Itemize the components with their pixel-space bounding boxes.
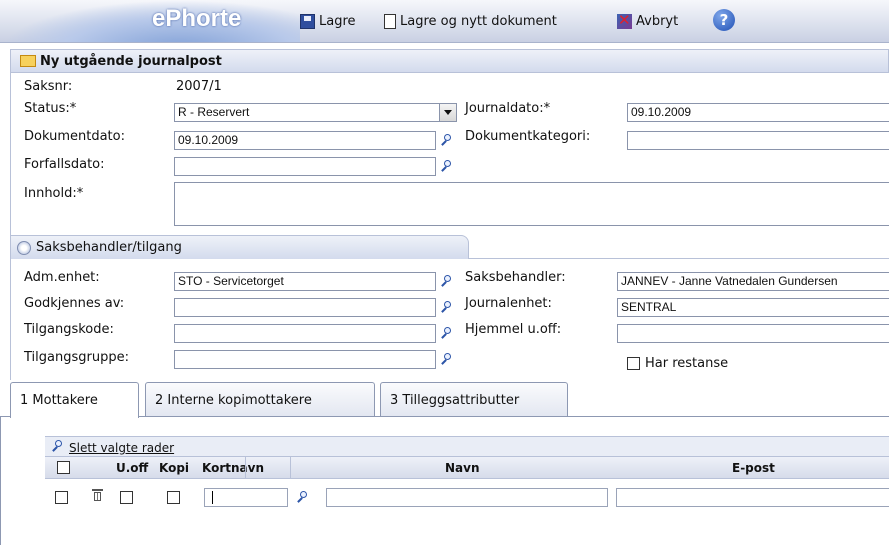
save-label: Lagre xyxy=(319,13,356,29)
save-button[interactable]: Lagre xyxy=(300,11,356,31)
row-kopi-checkbox[interactable] xyxy=(167,491,180,504)
godkjennes-lookup-icon[interactable] xyxy=(440,300,454,314)
grid-toolbar: Slett valgte rader xyxy=(45,436,889,457)
dokumentdato-field[interactable]: 09.10.2009 xyxy=(174,131,436,150)
row-select-checkbox[interactable] xyxy=(55,491,68,504)
saksbehandler-tab[interactable]: Saksbehandler/tilgang xyxy=(10,235,469,259)
dokumentdato-label: Dokumentdato: xyxy=(24,129,125,144)
status-label: Status:* xyxy=(24,101,77,116)
app-logo: ePhorte xyxy=(152,5,242,32)
adm-enhet-lookup-icon[interactable] xyxy=(440,274,454,288)
journalpost-header: Ny utgående journalpost xyxy=(10,49,889,73)
collapse-icon[interactable] xyxy=(17,240,31,255)
logo-swoosh xyxy=(0,0,300,42)
col-kortnavn: Kortnavn xyxy=(202,461,264,475)
row-uoff-checkbox[interactable] xyxy=(120,491,133,504)
tilgangskode-label: Tilgangskode: xyxy=(24,322,114,337)
saksnr-label: Saksnr: xyxy=(24,79,73,94)
chevron-down-icon[interactable] xyxy=(439,104,456,121)
innhold-field[interactable] xyxy=(174,182,889,226)
godkjennes-field[interactable] xyxy=(174,298,436,317)
journalenhet-field[interactable]: SENTRAL xyxy=(617,298,889,317)
status-value: R - Reservert xyxy=(178,105,250,119)
journalpost-title: Ny utgående journalpost xyxy=(40,53,222,69)
saksbehandler-field[interactable]: JANNEV - Janne Vatnedalen Gundersen xyxy=(617,272,889,291)
saksbehandler-label: Saksbehandler: xyxy=(465,270,566,285)
forfallsdato-field[interactable] xyxy=(174,157,436,176)
cancel-button[interactable]: Avbryt xyxy=(617,11,678,31)
tab-mottakere[interactable]: 1 Mottakere xyxy=(10,382,139,418)
tilgangsgruppe-field[interactable] xyxy=(174,350,436,369)
save-icon xyxy=(300,13,315,29)
grid-header: U.off Kopi Kortnavn Navn E-post xyxy=(45,456,889,479)
hjemmel-field[interactable] xyxy=(617,324,889,343)
col-kopi: Kopi xyxy=(159,461,190,475)
restanse-checkbox[interactable] xyxy=(627,357,640,370)
tilgangsgruppe-label: Tilgangsgruppe: xyxy=(24,350,129,365)
adm-enhet-field[interactable]: STO - Servicetorget xyxy=(174,272,436,291)
hjemmel-label: Hjemmel u.off: xyxy=(465,322,562,337)
date-lookup-icon[interactable] xyxy=(440,133,454,147)
col-epost: E-post xyxy=(732,461,775,475)
new-document-icon xyxy=(384,13,396,29)
forfallsdato-lookup-icon[interactable] xyxy=(440,159,454,173)
save-new-document-button[interactable]: Lagre og nytt dokument xyxy=(384,11,557,31)
status-select[interactable]: R - Reservert xyxy=(174,103,457,122)
journaldato-label: Journaldato:* xyxy=(465,101,551,116)
outgoing-mail-icon xyxy=(20,55,36,67)
forfallsdato-label: Forfallsdato: xyxy=(24,157,105,172)
journaldato-field[interactable]: 09.10.2009 xyxy=(627,103,889,122)
tilgangskode-field[interactable] xyxy=(174,324,436,343)
save-new-label: Lagre og nytt dokument xyxy=(400,13,557,29)
toolbar: ePhorte Lagre Lagre og nytt dokument Avb… xyxy=(0,0,889,43)
tilgangsgruppe-lookup-icon[interactable] xyxy=(440,352,454,366)
trash-icon[interactable] xyxy=(92,488,103,502)
tab-tilleggsattributter[interactable]: 3 Tilleggsattributter xyxy=(380,382,568,416)
cancel-icon xyxy=(617,11,632,29)
navn-input[interactable] xyxy=(326,488,608,507)
journalenhet-label: Journalenhet: xyxy=(465,296,552,311)
dokumentkategori-field[interactable] xyxy=(627,131,889,150)
saksbehandler-tab-label: Saksbehandler/tilgang xyxy=(36,240,182,255)
epost-input[interactable] xyxy=(616,488,889,507)
col-navn: Navn xyxy=(445,461,480,475)
help-icon[interactable]: ? xyxy=(713,9,735,31)
dokumentkategori-label: Dokumentkategori: xyxy=(465,129,591,144)
kortnavn-lookup-icon[interactable] xyxy=(296,490,310,504)
godkjennes-label: Godkjennes av: xyxy=(24,296,125,311)
innhold-label: Innhold:* xyxy=(24,186,84,201)
tab-interne-kopimottakere[interactable]: 2 Interne kopimottakere xyxy=(145,382,375,416)
select-all-checkbox[interactable] xyxy=(57,461,70,474)
delete-rows-link[interactable]: Slett valgte rader xyxy=(69,441,174,455)
kortnavn-input[interactable] xyxy=(204,488,288,507)
col-uoff: U.off xyxy=(116,461,149,475)
search-icon[interactable] xyxy=(51,439,65,453)
text-cursor xyxy=(212,491,213,504)
saksnr-value: 2007/1 xyxy=(176,79,222,94)
adm-enhet-label: Adm.enhet: xyxy=(24,270,100,285)
restanse-label: Har restanse xyxy=(645,356,729,371)
col-divider xyxy=(245,457,246,479)
cancel-label: Avbryt xyxy=(636,13,679,29)
tilgangskode-lookup-icon[interactable] xyxy=(440,326,454,340)
col-divider xyxy=(290,457,291,479)
